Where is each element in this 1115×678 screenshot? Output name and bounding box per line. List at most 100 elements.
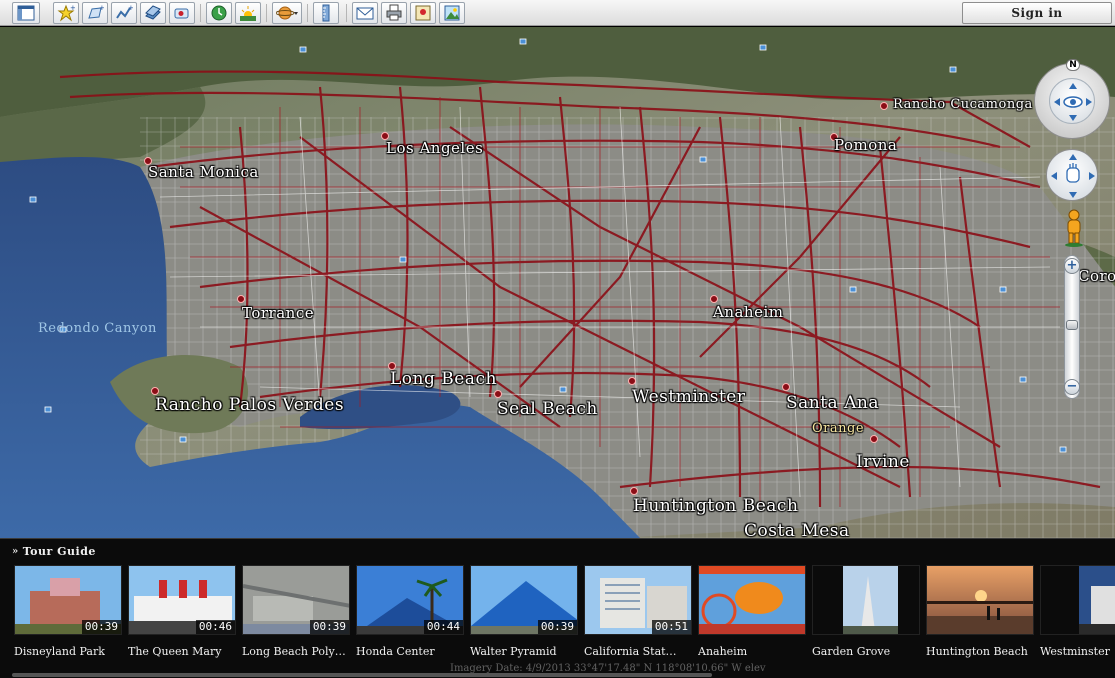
city-label-torrance[interactable]: Torrance <box>242 304 314 322</box>
tour-item-label: California Stat… <box>584 645 677 658</box>
view-in-maps-button[interactable] <box>410 2 436 24</box>
zoom-out-icon[interactable]: − <box>1064 379 1080 395</box>
city-label-corona[interactable]: Corona <box>1078 267 1115 285</box>
sidebar-toggle-button[interactable] <box>12 2 40 24</box>
historical-imagery-icon <box>211 5 227 21</box>
view-in-maps-icon <box>415 5 431 21</box>
city-marker[interactable] <box>630 487 638 495</box>
tour-thumbnail: 00:39 <box>242 565 350 635</box>
earth-map-view[interactable]: Rancho Cucamonga Los Angeles Pomona Sant… <box>0 27 1115 538</box>
tour-item-label: Disneyland Park <box>14 645 105 658</box>
add-image-overlay-button[interactable] <box>140 2 166 24</box>
add-polygon-button[interactable]: + <box>82 2 108 24</box>
save-image-icon <box>444 5 460 21</box>
hand-icon <box>1051 154 1095 198</box>
tour-item-label: Walter Pyramid <box>470 645 557 658</box>
tour-item[interactable]: 00:39 Long Beach Poly… <box>240 565 350 675</box>
city-marker[interactable] <box>710 295 718 303</box>
sunlight-icon <box>240 6 256 21</box>
tour-item[interactable]: 00:44 Honda Center <box>354 565 464 675</box>
tour-guide-panel: » Tour Guide 00:39 Disneyland Park 00:46… <box>0 538 1115 678</box>
tour-item[interactable]: Huntington Beach <box>924 565 1034 675</box>
tour-thumbnail: 00:39 <box>14 565 122 635</box>
city-label-los-angeles[interactable]: Los Angeles <box>386 139 483 157</box>
tour-item-label: Anaheim <box>698 645 748 658</box>
ruler-button[interactable] <box>313 2 339 24</box>
tour-item[interactable]: 00:39 Walter Pyramid <box>468 565 578 675</box>
svg-text:+: + <box>99 4 104 12</box>
save-image-button[interactable] <box>439 2 465 24</box>
print-icon <box>386 4 402 21</box>
zoom-in-icon[interactable]: + <box>1064 258 1080 274</box>
city-marker[interactable] <box>628 377 636 385</box>
city-marker[interactable] <box>494 390 502 398</box>
planets-button[interactable] <box>272 2 302 24</box>
svg-text:+: + <box>70 4 75 12</box>
north-indicator[interactable]: N <box>1066 59 1080 71</box>
city-label-pomona[interactable]: Pomona <box>834 136 897 154</box>
tour-item[interactable]: 00:51 California Stat… <box>582 565 692 675</box>
add-placemark-icon: + <box>57 4 75 22</box>
tour-scrollbar[interactable] <box>12 673 712 677</box>
toolbar: + + + Sign in <box>0 0 1115 26</box>
city-label-irvine[interactable]: Irvine <box>856 452 910 472</box>
tour-thumbnail: 00:46 <box>128 565 236 635</box>
tour-thumbnail: 00:44 <box>356 565 464 635</box>
tour-item-label: Long Beach Poly… <box>242 645 346 658</box>
tour-thumbnail: 00:39 <box>470 565 578 635</box>
city-label-long-beach[interactable]: Long Beach <box>390 369 497 389</box>
tour-guide-title: Tour Guide <box>22 544 96 558</box>
tour-item-label: Garden Grove <box>812 645 891 658</box>
city-label-huntington-beach[interactable]: Huntington Beach <box>633 496 798 516</box>
add-polygon-icon: + <box>88 4 104 19</box>
add-placemark-button[interactable]: + <box>53 2 79 24</box>
tour-item[interactable]: 00:46 The Queen Mary <box>126 565 236 675</box>
tour-thumbnail <box>1040 565 1115 635</box>
city-marker[interactable] <box>151 387 159 395</box>
tour-thumbnail: 00:51 <box>584 565 692 635</box>
tour-guide-header[interactable]: » Tour Guide <box>12 543 96 559</box>
tour-item[interactable]: 00:39 Disneyland Park <box>12 565 122 675</box>
add-path-button[interactable]: + <box>111 2 137 24</box>
move-control[interactable] <box>1046 149 1098 201</box>
city-label-westminster[interactable]: Westminster <box>632 387 745 407</box>
tour-item[interactable]: Garden Grove <box>810 565 920 675</box>
city-label-santa-monica[interactable]: Santa Monica <box>148 163 259 181</box>
print-button[interactable] <box>381 2 407 24</box>
city-label-rancho-cucamonga[interactable]: Rancho Cucamonga <box>893 97 1033 112</box>
tour-item[interactable]: Westminster <box>1038 565 1115 675</box>
tour-thumbnail <box>812 565 920 635</box>
sign-in-button[interactable]: Sign in <box>962 2 1112 24</box>
ruler-icon <box>322 4 330 22</box>
city-marker[interactable] <box>237 295 245 303</box>
city-label-santa-ana[interactable]: Santa Ana <box>786 393 879 413</box>
tour-item[interactable]: Anaheim <box>696 565 806 675</box>
city-label-seal-beach[interactable]: Seal Beach <box>497 399 598 419</box>
city-marker[interactable] <box>782 383 790 391</box>
city-label-anaheim[interactable]: Anaheim <box>713 303 784 321</box>
tour-thumbnail <box>926 565 1034 635</box>
city-marker[interactable] <box>870 435 878 443</box>
tour-item-label: Huntington Beach <box>926 645 1028 658</box>
label-redondo-canyon[interactable]: Redondo Canyon <box>38 321 157 336</box>
record-tour-icon <box>174 8 189 19</box>
record-tour-button[interactable] <box>169 2 195 24</box>
add-path-icon: + <box>116 4 133 19</box>
zoom-slider-thumb[interactable] <box>1066 320 1078 330</box>
eye-icon <box>1049 78 1095 124</box>
historical-imagery-button[interactable] <box>206 2 232 24</box>
tour-item-label: The Queen Mary <box>128 645 222 658</box>
svg-text:+: + <box>128 4 133 12</box>
city-marker[interactable] <box>880 102 888 110</box>
city-label-rancho-palos-verdes[interactable]: Rancho Palos Verdes <box>155 395 344 415</box>
email-icon <box>356 7 374 20</box>
city-label-costa-mesa[interactable]: Costa Mesa <box>744 521 850 538</box>
look-around-control[interactable] <box>1034 63 1110 139</box>
collapse-chevron-icon[interactable]: » <box>12 546 19 557</box>
sunlight-button[interactable] <box>235 2 261 24</box>
sidebar-toggle-icon <box>17 5 35 21</box>
email-button[interactable] <box>352 2 378 24</box>
street-view-pegman-icon[interactable] <box>1062 209 1086 247</box>
tour-thumbnail <box>698 565 806 635</box>
city-label-orange[interactable]: Orange <box>812 421 864 436</box>
